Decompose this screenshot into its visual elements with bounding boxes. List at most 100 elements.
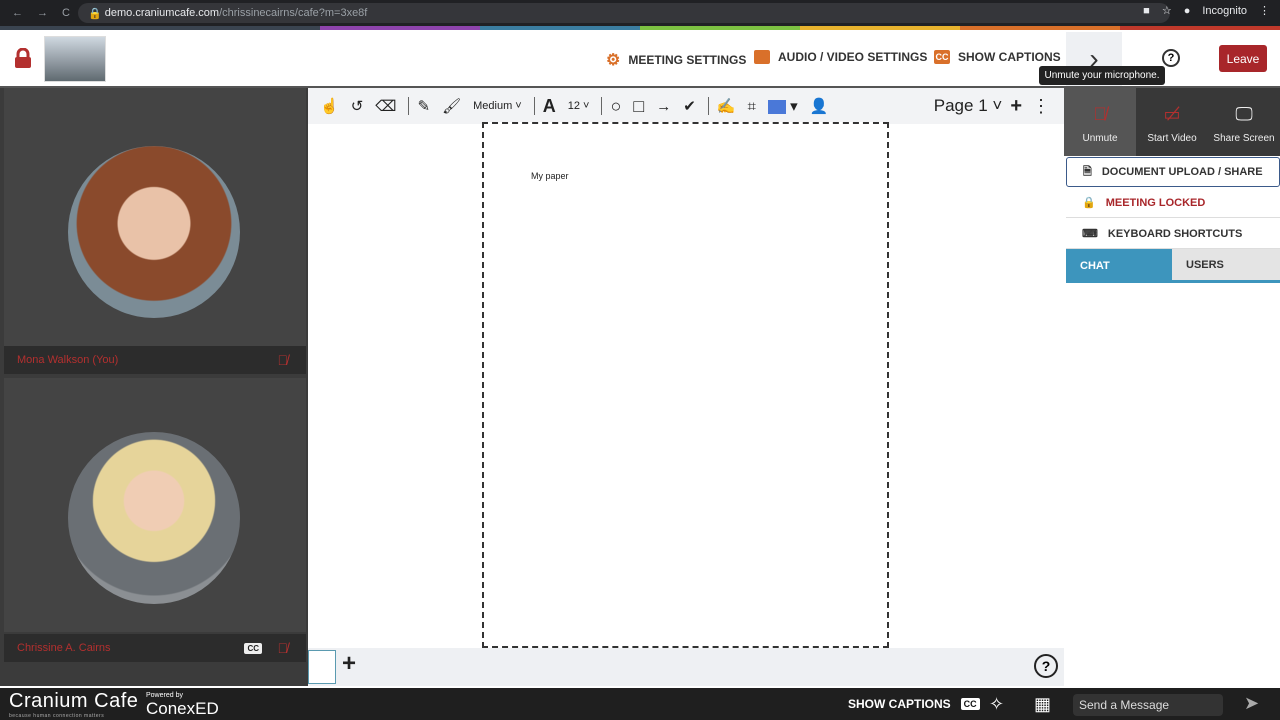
powered-by-label: Powered by <box>146 692 183 699</box>
meeting-locked-item[interactable]: 🔒 MEETING LOCKED <box>1066 188 1280 218</box>
cc-icon[interactable]: CC <box>244 642 262 654</box>
brand-name: Cranium Cafe <box>9 690 139 712</box>
send-icon[interactable]: ➤ <box>1244 693 1259 714</box>
edit-icon[interactable]: ✍ <box>717 97 736 115</box>
page-select[interactable]: Page 1 ˅ <box>934 96 1003 116</box>
whiteboard: ☝ ↺ ⌫ ✎ 🖌 Medium ˅ A 12 ˅ ○ □ → ✔ ✍ ⌗ ▾ … <box>308 88 1064 686</box>
menu-icon[interactable]: ⋮ <box>1259 4 1270 17</box>
sparkle-icon[interactable]: ✧ <box>989 694 1004 715</box>
add-page-icon[interactable]: + <box>1010 95 1022 118</box>
gear-icon: ⚙ <box>606 52 621 69</box>
video-camera-icon <box>754 50 770 64</box>
add-page-icon[interactable]: + <box>342 650 356 678</box>
participant-tile <box>4 378 306 632</box>
mic-off-icon[interactable]: 🎙̸ <box>278 352 289 368</box>
paper-sheet[interactable]: My paper <box>482 122 889 648</box>
avatar <box>68 146 240 318</box>
meeting-settings-button[interactable]: ⚙ MEETING SETTINGS <box>606 50 746 70</box>
show-captions-label: SHOW CAPTIONS <box>848 697 951 711</box>
menu-label: DOCUMENT UPLOAD / SHARE <box>1101 166 1263 178</box>
show-captions-label: SHOW CAPTIONS <box>958 50 1061 64</box>
unmute-button[interactable]: 🎙̸ Unmute <box>1064 88 1136 156</box>
menu-label: KEYBOARD SHORTCUTS <box>1107 227 1243 240</box>
leave-button[interactable]: Leave <box>1219 45 1267 72</box>
participant-tile <box>4 88 306 374</box>
meeting-settings-label: MEETING SETTINGS <box>628 53 747 67</box>
star-icon[interactable]: ☆ <box>1162 4 1172 17</box>
document-icon: 🗎 <box>1083 165 1092 178</box>
brand-tagline: because human connection matters <box>9 713 105 719</box>
undo-icon[interactable]: ↺ <box>351 97 364 115</box>
brush-icon[interactable]: 🖌 <box>442 97 461 115</box>
color-picker[interactable]: ▾ <box>767 97 798 115</box>
audio-video-label: AUDIO / VIDEO SETTINGS <box>778 50 928 64</box>
partner-logo: ConexED <box>146 699 219 718</box>
menu-label: MEETING LOCKED <box>1105 196 1206 209</box>
mic-off-icon: 🎙̸ <box>1093 104 1107 124</box>
paper-text: My paper <box>531 171 569 181</box>
square-icon[interactable]: □ <box>633 96 644 117</box>
message-input[interactable]: Send a Message <box>1073 694 1223 716</box>
tab-users[interactable]: USERS <box>1172 249 1280 283</box>
participant-name: Mona Walkson (You) <box>17 354 119 366</box>
url-path: /chrissinecairns/cafe?m=3xe8f <box>219 7 368 19</box>
help-icon[interactable]: ? <box>1034 654 1058 678</box>
forward-icon[interactable]: → <box>37 7 48 19</box>
unmute-label: Unmute <box>1082 133 1118 144</box>
media-controls: 🎙̸ Unmute ▭̸ Start Video 🖵 Share Screen <box>1064 88 1280 156</box>
pen-size-select[interactable]: Medium ˅ <box>473 100 522 112</box>
camera-icon[interactable]: ■ <box>1143 5 1150 17</box>
chat-users-tabs: CHAT USERS <box>1066 249 1280 283</box>
lock-icon: 🔒 <box>1082 197 1096 209</box>
arrow-icon[interactable]: → <box>656 98 671 115</box>
participants-panel: Mona Walkson (You) 🎙̸ Chrissine A. Cairns… <box>0 88 308 686</box>
more-icon[interactable]: ⋮ <box>1032 96 1050 117</box>
right-sidebar: 🎙̸ Unmute ▭̸ Start Video 🖵 Share Screen 🗎 DO… <box>1064 88 1280 686</box>
profile-label[interactable]: Incognito <box>1202 5 1247 17</box>
user-edit-icon[interactable]: 👤 <box>810 97 829 115</box>
address-bar[interactable]: 🔒 demo.craniumcafe.com/chrissinecairns/c… <box>78 3 1170 23</box>
audio-video-settings-button[interactable]: AUDIO / VIDEO SETTINGS <box>754 50 927 64</box>
text-icon[interactable]: A <box>543 96 556 117</box>
footer: Cranium Cafe because human connection mat… <box>0 686 1280 720</box>
hand-pointer-icon[interactable]: ☝ <box>320 97 339 115</box>
page-thumbnails-bar: + ? <box>308 648 1064 686</box>
tab-chat[interactable]: CHAT <box>1066 249 1172 283</box>
cc-icon: CC <box>960 698 980 710</box>
divider <box>601 97 603 115</box>
browser-chrome: ← → C 🔒 demo.craniumcafe.com/chrissinecair… <box>0 0 1280 26</box>
divider <box>533 97 535 115</box>
keyboard-shortcuts-button[interactable]: ⌨ KEYBOARD SHORTCUTS <box>1066 219 1280 249</box>
pencil-icon[interactable]: ✎ <box>417 97 430 115</box>
avatar <box>68 432 240 604</box>
brand-logo: Cranium Cafe because human connection mat… <box>9 690 138 719</box>
mic-off-icon[interactable]: 🎙̸ <box>278 640 289 656</box>
share-screen-button[interactable]: 🖵 Share Screen <box>1208 88 1280 156</box>
pen-size-value: Medium <box>473 100 513 112</box>
participant-name-bar: Chrissine A. Cairns CC 🎙̸ <box>4 634 306 662</box>
font-size-select[interactable]: 12 ˅ <box>568 100 590 112</box>
circle-icon[interactable]: ○ <box>610 96 621 117</box>
page-thumbnail[interactable] <box>308 650 336 684</box>
layout-grid-icon[interactable]: ▦ <box>1034 694 1051 715</box>
color-swatch <box>767 100 786 115</box>
check-icon[interactable]: ✔ <box>683 97 696 115</box>
tooltip: Unmute your microphone. <box>1039 66 1165 85</box>
footer-show-captions-button[interactable]: SHOW CAPTIONS CC <box>848 697 980 711</box>
reload-icon[interactable]: C <box>62 7 70 19</box>
font-size-value: 12 <box>567 100 580 112</box>
profile-icon[interactable]: ● <box>1184 5 1191 17</box>
keyboard-icon: ⌨ <box>1082 228 1098 240</box>
crop-icon[interactable]: ⌗ <box>747 98 755 115</box>
help-icon[interactable]: ? <box>1162 49 1180 67</box>
eraser-icon[interactable]: ⌫ <box>375 97 396 115</box>
message-placeholder: Send a Message <box>1079 698 1170 712</box>
cc-icon: CC <box>934 50 950 64</box>
start-video-button[interactable]: ▭̸ Start Video <box>1136 88 1208 156</box>
divider <box>707 97 709 115</box>
show-captions-button[interactable]: CC SHOW CAPTIONS <box>934 50 1061 64</box>
url-host: demo.craniumcafe.com <box>104 7 220 19</box>
share-screen-label: Share Screen <box>1213 133 1275 144</box>
back-icon[interactable]: ← <box>12 7 23 19</box>
document-upload-share-button[interactable]: 🗎 DOCUMENT UPLOAD / SHARE <box>1066 157 1280 187</box>
